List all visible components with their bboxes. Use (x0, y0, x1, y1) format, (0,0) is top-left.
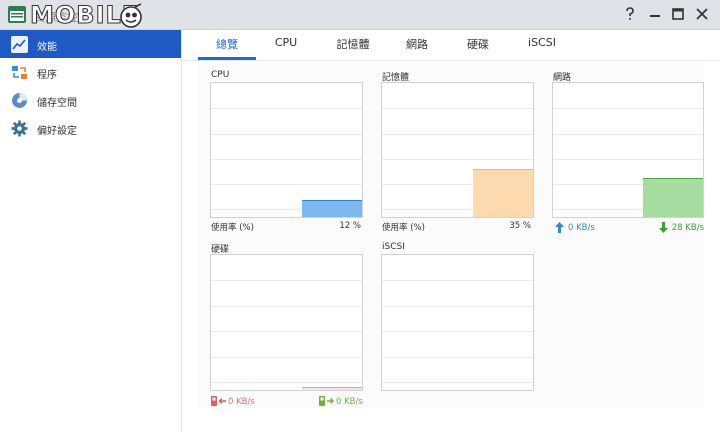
graph-gridline (553, 134, 703, 135)
upload-arrow-icon (555, 222, 564, 233)
cpu-usage-caption: 使用率 (%) (211, 223, 254, 233)
graph-gridline (211, 331, 362, 332)
tab-disk[interactable]: 硬碟 (454, 36, 502, 60)
tab-divider (182, 60, 720, 61)
app-icon (8, 6, 26, 23)
minimize-icon[interactable] (647, 6, 663, 22)
graph-gridline (382, 280, 533, 281)
tab-cpu[interactable]: CPU (262, 36, 310, 60)
sidebar-item-preferences[interactable]: 偏好設定 (0, 114, 181, 142)
sidebar-item-label: 效能 (37, 42, 57, 53)
graph-gridline (211, 280, 362, 281)
network-upload-rate: 0 KB/s (568, 223, 595, 233)
graph-gridline (382, 159, 533, 160)
tab-network[interactable]: 網路 (393, 36, 441, 60)
iscsi-panel-title: iSCSI (382, 242, 405, 252)
graph-gridline (382, 108, 533, 109)
disk-read-rate: 0 KB/s (228, 397, 255, 407)
disk-write-icon (319, 396, 335, 406)
graph-gridline (382, 357, 533, 358)
graph-gridline (211, 108, 362, 109)
iscsi-graph (381, 254, 534, 391)
graph-gridline (382, 382, 533, 383)
network-traffic-fill (643, 178, 703, 217)
graph-gridline (211, 382, 362, 383)
maximize-icon[interactable] (670, 6, 686, 22)
download-arrow-icon (659, 222, 668, 233)
graph-gridline (553, 108, 703, 109)
sidebar: 效能 程序 儲存空間 偏好設定 (0, 30, 182, 432)
disk-io-graph (210, 254, 363, 391)
graph-gridline (382, 331, 533, 332)
graph-gridline (382, 306, 533, 307)
sidebar-item-process[interactable]: 程序 (0, 58, 181, 86)
sidebar-item-label: 偏好設定 (37, 126, 77, 137)
graph-gridline (211, 134, 362, 135)
watermark-logo-icon (120, 3, 142, 28)
memory-usage-fill (473, 169, 533, 217)
sidebar-item-storage[interactable]: 儲存空間 (0, 86, 181, 114)
sidebar-item-performance[interactable]: 效能 (0, 30, 181, 58)
process-icon (12, 66, 27, 79)
title-bar: 資源監控 MOBILE (0, 0, 720, 30)
sidebar-item-label: 儲存空間 (37, 98, 77, 109)
disk-write-rate: 0 KB/s (336, 397, 363, 407)
tab-memory[interactable]: 記憶體 (325, 36, 381, 60)
help-icon[interactable] (622, 6, 638, 22)
network-traffic-graph (552, 82, 704, 218)
cpu-usage-graph (210, 82, 363, 218)
cpu-panel-title: CPU (211, 70, 230, 80)
close-icon[interactable] (694, 6, 710, 22)
storage-icon (12, 93, 27, 108)
memory-usage-caption: 使用率 (%) (382, 223, 425, 233)
memory-usage-graph (381, 82, 534, 218)
graph-gridline (553, 159, 703, 160)
graph-gridline (211, 184, 362, 185)
disk-read-icon (211, 396, 226, 406)
network-download-rate: 28 KB/s (671, 223, 704, 233)
graph-gridline (211, 306, 362, 307)
memory-usage-value: 35 % (509, 221, 531, 231)
graph-gridline (382, 134, 533, 135)
disk-io-fill (302, 387, 362, 390)
cpu-usage-fill (302, 200, 362, 217)
gear-icon (11, 120, 28, 137)
graph-gridline (211, 357, 362, 358)
sidebar-item-label: 程序 (37, 70, 57, 81)
tab-iscsi[interactable]: iSCSI (518, 36, 566, 60)
graph-gridline (211, 159, 362, 160)
cpu-usage-value: 12 % (339, 221, 361, 231)
performance-chart-icon (11, 36, 28, 53)
